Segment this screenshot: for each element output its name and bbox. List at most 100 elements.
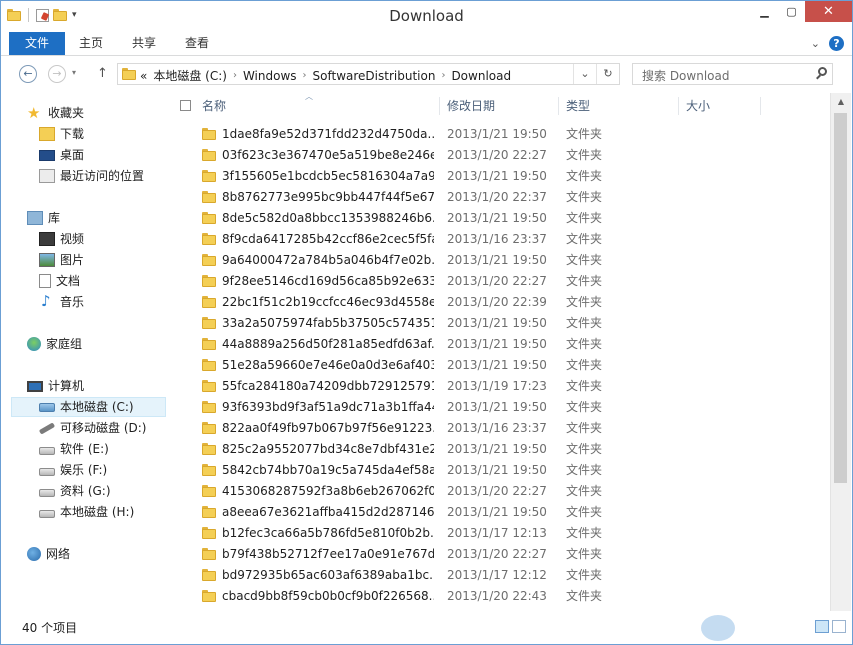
file-name: 51e28a59660e7e46e0a0d3e6af403... — [222, 358, 434, 372]
breadcrumb-item-c-drive[interactable]: 本地磁盘 (C:) — [153, 67, 227, 84]
folder-icon — [202, 359, 216, 371]
file-row[interactable]: 4153068287592f3a8b6eb267062f0... 2013/1/2… — [171, 481, 829, 502]
file-type: 文件夹 — [566, 169, 603, 183]
search-input[interactable]: 搜索 Download — [642, 67, 729, 84]
forward-button[interactable]: → — [48, 65, 66, 83]
refresh-icon[interactable]: ↻ — [596, 64, 619, 84]
details-view-button[interactable] — [815, 620, 829, 633]
file-date: 2013/1/20 22:27 — [447, 484, 547, 498]
maximize-button[interactable]: ▢ — [778, 1, 805, 22]
nav-label: 可移动磁盘 (D:) — [60, 421, 147, 435]
nav-label: 最近访问的位置 — [60, 169, 145, 183]
nav-item-music[interactable]: 音乐 — [39, 291, 84, 312]
file-row[interactable]: 55fca284180a74209dbb729125791... 2013/1/1… — [171, 376, 829, 397]
file-row[interactable]: 822aa0f49fb97b067b97f56e91223... 2013/1/1… — [171, 418, 829, 439]
nav-item-pictures[interactable]: 图片 — [39, 250, 84, 270]
column-header-size[interactable]: 大小 — [686, 95, 756, 117]
breadcrumb-separator-icon[interactable]: › — [441, 70, 445, 81]
nav-item-d-drive[interactable]: 可移动磁盘 (D:) — [38, 418, 147, 438]
address-history-chevron-down-icon[interactable]: ⌄ — [573, 64, 596, 84]
help-icon[interactable]: ? — [829, 36, 844, 51]
file-list[interactable]: 1dae8fa9e52d371fdd232d4750da... 2013/1/21… — [171, 124, 829, 610]
nav-item-documents[interactable]: 文档 — [39, 271, 80, 291]
breadcrumb-separator-icon[interactable]: › — [303, 70, 307, 81]
up-arrow-icon[interactable]: ↑ — [97, 66, 108, 81]
file-row[interactable]: 9a64000472a784b5a046b4f7e02b... 2013/1/21… — [171, 250, 829, 271]
nav-homegroup[interactable]: 家庭组 — [27, 334, 82, 354]
file-type: 文件夹 — [566, 484, 603, 498]
file-row[interactable]: 9f28ee5146cd169d56ca85b92e633... 2013/1/2… — [171, 271, 829, 292]
column-header-type[interactable]: 类型 — [566, 95, 676, 117]
search-icon[interactable] — [818, 67, 827, 76]
scroll-up-arrow-icon[interactable]: ▲ — [831, 93, 851, 110]
breadcrumb-overflow[interactable]: « — [140, 69, 147, 83]
nav-libraries[interactable]: 库 — [27, 208, 60, 228]
file-row[interactable]: 1dae8fa9e52d371fdd232d4750da... 2013/1/21… — [171, 124, 829, 145]
file-row[interactable]: 5842cb74bb70a19c5a745da4ef58a... 2013/1/2… — [171, 460, 829, 481]
file-row[interactable]: 33a2a5075974fab5b37505c574351... 2013/1/2… — [171, 313, 829, 334]
search-box[interactable]: 搜索 Download — [632, 63, 833, 85]
file-row[interactable]: 3f155605e1bcdcb5ec5816304a7a9... 2013/1/2… — [171, 166, 829, 187]
nav-item-e-drive[interactable]: 软件 (E:) — [39, 439, 109, 459]
nav-item-h-drive[interactable]: 本地磁盘 (H:) — [39, 502, 134, 522]
file-date: 2013/1/21 19:50 — [447, 400, 547, 414]
nav-item-f-drive[interactable]: 娱乐 (F:) — [39, 460, 107, 480]
file-date: 2013/1/20 22:27 — [447, 547, 547, 561]
file-row[interactable]: 825c2a9552077bd34c8e7dbf431e2... 2013/1/2… — [171, 439, 829, 460]
explorer-window: ▾ Download ▁ ▢ ✕ 文件 主页 共享 查看 ⌄ ? ← → ▾ ↑… — [0, 0, 853, 645]
breadcrumb-item-windows[interactable]: Windows — [243, 69, 297, 83]
nav-item-downloads[interactable]: 下载 — [39, 124, 84, 144]
file-name: 33a2a5075974fab5b37505c574351... — [222, 316, 434, 330]
column-header-name[interactable]: 名称 — [202, 95, 438, 117]
tab-share[interactable]: 共享 — [124, 32, 164, 55]
recent-locations-chevron-down-icon[interactable]: ▾ — [72, 68, 76, 77]
nav-item-videos[interactable]: 视频 — [39, 229, 84, 249]
select-all-checkbox[interactable] — [180, 100, 191, 111]
nav-computer[interactable]: 计算机 — [27, 376, 84, 396]
column-header-date[interactable]: 修改日期 — [447, 95, 557, 117]
nav-favorites[interactable]: 收藏夹 — [27, 103, 84, 123]
column-divider[interactable] — [678, 97, 679, 115]
large-icons-view-button[interactable] — [832, 620, 846, 633]
vertical-scrollbar[interactable]: ▲ — [830, 93, 851, 611]
close-button[interactable]: ✕ — [805, 1, 852, 22]
back-button[interactable]: ← — [19, 65, 37, 83]
nav-item-c-drive[interactable]: 本地磁盘 (C:) — [11, 397, 166, 417]
scrollbar-thumb[interactable] — [834, 113, 847, 483]
nav-item-g-drive[interactable]: 资料 (G:) — [39, 481, 111, 501]
nav-label: 下载 — [60, 127, 85, 141]
folder-icon — [202, 527, 216, 539]
file-row[interactable]: 8b8762773e995bc9bb447f44f5e67... 2013/1/2… — [171, 187, 829, 208]
breadcrumb-separator-icon[interactable]: › — [233, 70, 237, 81]
nav-item-recent-places[interactable]: 最近访问的位置 — [39, 166, 144, 186]
file-row[interactable]: a8eea67e3621affba415d2d287146... 2013/1/2… — [171, 502, 829, 523]
file-row[interactable]: 44a8889a256d50f281a85edfd63af... 2013/1/2… — [171, 334, 829, 355]
file-row[interactable]: cbacd9bb8f59cb0b0cf9b0f226568... 2013/1/2… — [171, 586, 829, 607]
tab-home[interactable]: 主页 — [71, 32, 111, 55]
nav-item-desktop[interactable]: 桌面 — [39, 145, 84, 165]
column-divider[interactable] — [439, 97, 440, 115]
file-name: 55fca284180a74209dbb729125791... — [222, 379, 434, 393]
tab-file[interactable]: 文件 — [9, 32, 65, 55]
file-date: 2013/1/21 19:50 — [447, 253, 547, 267]
file-row[interactable]: b79f438b52712f7ee17a0e91e767d... 2013/1/2… — [171, 544, 829, 565]
file-row[interactable]: 8f9cda6417285b42ccf86e2cec5f5fa9 2013/1/1… — [171, 229, 829, 250]
column-divider[interactable] — [760, 97, 761, 115]
tab-view[interactable]: 查看 — [177, 32, 217, 55]
breadcrumb-item-softwaredistribution[interactable]: SoftwareDistribution — [313, 69, 436, 83]
file-row[interactable]: 03f623c3e367470e5a519be8e246e... 2013/1/2… — [171, 145, 829, 166]
minimize-button[interactable]: ▁ — [751, 1, 778, 22]
network-icon — [27, 547, 41, 561]
file-row[interactable]: 51e28a59660e7e46e0a0d3e6af403... 2013/1/2… — [171, 355, 829, 376]
file-row[interactable]: 22bc1f51c2b19ccfcc46ec93d4558e... 2013/1/… — [171, 292, 829, 313]
file-row[interactable]: 8de5c582d0a8bbcc1353988246b6... 2013/1/21… — [171, 208, 829, 229]
file-row[interactable]: 93f6393bd9f3af51a9dc71a3b1ffa44c 2013/1/2… — [171, 397, 829, 418]
column-divider[interactable] — [558, 97, 559, 115]
file-type: 文件夹 — [566, 379, 603, 393]
file-row[interactable]: bd972935b65ac603af6389aba1bc... 2013/1/17… — [171, 565, 829, 586]
expand-ribbon-chevron-down-icon[interactable]: ⌄ — [811, 37, 820, 50]
file-row[interactable]: b12fec3ca66a5b786fd5e810f0b2b... 2013/1/1… — [171, 523, 829, 544]
nav-network[interactable]: 网络 — [27, 544, 70, 564]
breadcrumb-item-download[interactable]: Download — [451, 69, 511, 83]
address-bar[interactable]: « 本地磁盘 (C:) › Windows › SoftwareDistribu… — [117, 63, 620, 85]
